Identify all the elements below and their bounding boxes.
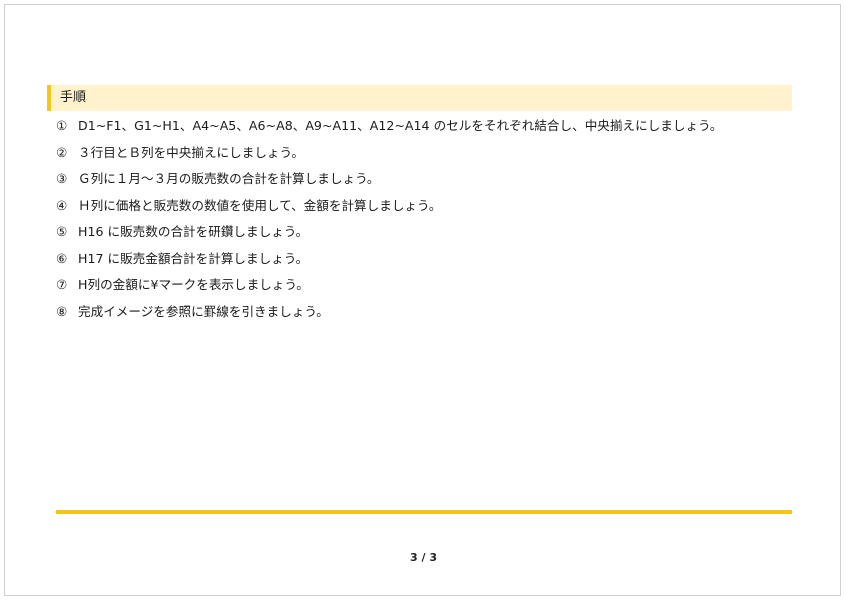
step-item: ④ Ｈ列に価格と販売数の数値を使用して、金額を計算しましょう。 <box>56 197 722 224</box>
steps-list: ① D1~F1、G1~H1、A4~A5、A6~A8、A9~A11、A12~A14 … <box>56 117 722 329</box>
step-number: ⑥ <box>56 250 68 266</box>
step-text: H列の金額に¥マークを表示しましょう。 <box>78 277 309 292</box>
step-number: ⑤ <box>56 224 68 239</box>
step-item: ⑦ H列の金額に¥マークを表示しましょう。 <box>56 276 722 303</box>
footer-divider <box>56 510 792 514</box>
step-number: ① <box>56 118 68 133</box>
step-item: ① D1~F1、G1~H1、A4~A5、A6~A8、A9~A11、A12~A14 … <box>56 117 722 144</box>
step-number: ④ <box>56 197 68 213</box>
section-title: 手順 <box>60 90 87 105</box>
step-item: ⑤ H16 に販売数の合計を研鑽しましょう。 <box>56 223 722 250</box>
step-text: H16 に販売数の合計を研鑽しましょう。 <box>78 224 309 239</box>
step-text: Ｈ列に価格と販売数の数値を使用して、金額を計算しましょう。 <box>78 197 442 213</box>
step-item: ⑥ H17 に販売金額合計を計算しましょう。 <box>56 250 722 277</box>
step-number: ⑦ <box>56 277 68 292</box>
step-text: ３行目とＢ列を中央揃えにしましょう。 <box>78 144 304 160</box>
step-item: ⑧ 完成イメージを参照に罫線を引きましょう。 <box>56 303 722 330</box>
step-text: H17 に販売金額合計を計算しましょう。 <box>78 250 309 266</box>
step-text: D1~F1、G1~H1、A4~A5、A6~A8、A9~A11、A12~A14 の… <box>78 118 723 133</box>
page-number: 3 / 3 <box>410 551 437 564</box>
step-number: ② <box>56 144 68 160</box>
section-header: 手順 <box>47 85 792 111</box>
step-text: 完成イメージを参照に罫線を引きましょう。 <box>78 303 329 319</box>
step-text: Ｇ列に１月～３月の販売数の合計を計算しましょう。 <box>78 171 380 186</box>
step-item: ③ Ｇ列に１月～３月の販売数の合計を計算しましょう。 <box>56 170 722 197</box>
step-number: ③ <box>56 171 68 186</box>
step-item: ② ３行目とＢ列を中央揃えにしましょう。 <box>56 144 722 171</box>
step-number: ⑧ <box>56 303 68 319</box>
